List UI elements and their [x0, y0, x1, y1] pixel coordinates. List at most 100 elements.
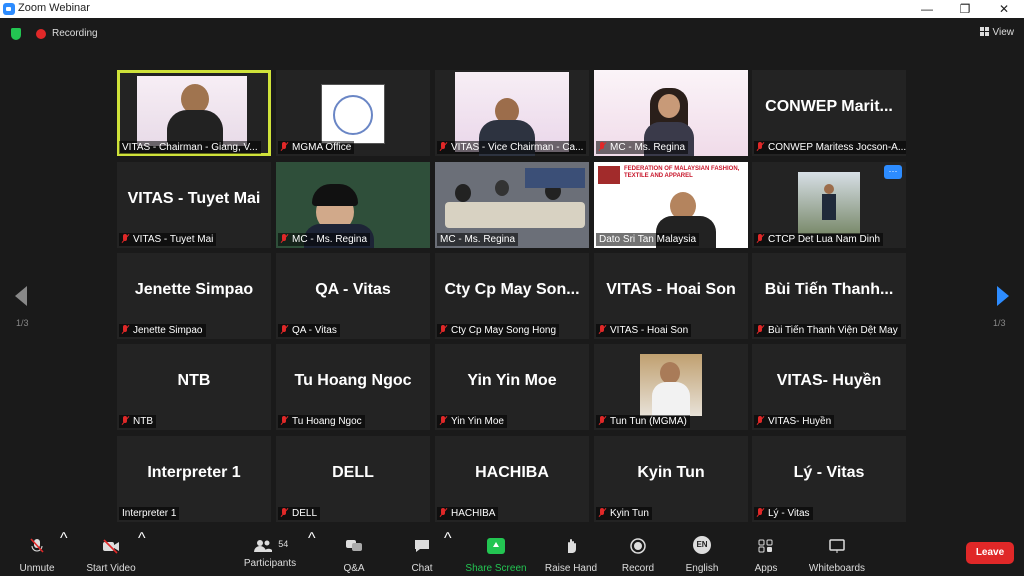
participant-name-label: MC - Ms. Regina	[278, 233, 371, 246]
share-screen-label: Share Screen	[465, 563, 527, 574]
participant-tile[interactable]: Interpreter 1 Interpreter 1	[117, 436, 271, 522]
muted-microphone-icon	[281, 142, 288, 151]
raise-hand-button[interactable]: Raise Hand	[542, 530, 600, 576]
whiteboards-button[interactable]: Whiteboards	[806, 530, 868, 576]
view-label: View	[992, 27, 1015, 38]
participant-name-label: Yin Yin Moe	[437, 415, 507, 428]
participant-tile[interactable]: MC - Ms. Regina	[435, 162, 589, 248]
chat-button[interactable]: Chat	[402, 530, 442, 576]
participant-tile[interactable]: Cty Cp May Son... Cty Cp May Song Hong	[435, 253, 589, 339]
muted-microphone-icon	[599, 325, 606, 334]
muted-microphone-icon	[757, 325, 764, 334]
participant-tile[interactable]: VITAS - Tuyet Mai VITAS - Tuyet Mai	[117, 162, 271, 248]
participant-tile[interactable]: Lý - Vitas Lý - Vitas	[752, 436, 906, 522]
participant-name-label: Lý - Vitas	[754, 507, 813, 520]
participant-tile[interactable]: Tu Hoang Ngoc Tu Hoang Ngoc	[276, 344, 430, 430]
next-page-arrow-icon[interactable]	[997, 286, 1009, 306]
recording-icon	[36, 29, 46, 39]
participants-count: 54	[278, 539, 289, 549]
participant-tile[interactable]: NTB NTB	[117, 344, 271, 430]
participants-label: Participants	[243, 558, 297, 569]
participant-caption-text: VITAS - Chairman - Giang, V...	[122, 142, 258, 153]
chat-options-caret[interactable]: ^	[444, 530, 452, 576]
participant-display-name: VITAS - Tuyet Mai	[127, 190, 261, 207]
participants-button[interactable]: 54 Participants	[240, 530, 300, 576]
participant-display-name: VITAS - Hoai Son	[606, 281, 736, 298]
participants-options-caret[interactable]: ^	[308, 530, 316, 576]
participant-tile[interactable]: MGMA Office	[276, 70, 430, 156]
participant-name-label: CTCP Det Lua Nam Dinh	[754, 233, 884, 246]
muted-microphone-icon	[599, 508, 606, 517]
participant-caption-text: HACHIBA	[451, 508, 496, 519]
participant-name-label: MC - Ms. Regina	[437, 233, 519, 246]
apps-button[interactable]: Apps	[748, 530, 784, 576]
participant-display-name: Jenette Simpao	[134, 281, 254, 298]
participant-tile[interactable]: Kyin Tun Kyin Tun	[594, 436, 748, 522]
participant-tile[interactable]: FEDERATION OF MALAYSIAN FASHION, TEXTILE…	[594, 162, 748, 248]
participant-tile[interactable]: Yin Yin Moe Yin Yin Moe	[435, 344, 589, 430]
language-button[interactable]: EN English	[682, 530, 722, 576]
minimize-button[interactable]: —	[912, 0, 942, 18]
participant-tile[interactable]: DELL DELL	[276, 436, 430, 522]
leave-button[interactable]: Leave	[966, 542, 1014, 564]
participant-display-name: Interpreter 1	[147, 464, 241, 481]
participant-name-label: HACHIBA	[437, 507, 499, 520]
view-button[interactable]: View	[979, 27, 1015, 38]
close-button[interactable]: ✕	[989, 0, 1019, 18]
raise-hand-icon	[568, 539, 576, 553]
participant-tile[interactable]: MC - Ms. Regina	[594, 70, 748, 156]
participant-tile[interactable]: HACHIBA HACHIBA	[435, 436, 589, 522]
restore-button[interactable]: ❐	[950, 0, 980, 18]
participant-caption-text: VITAS - Vice Chairman - Ca...	[451, 142, 584, 153]
participant-name-label: Cty Cp May Song Hong	[437, 324, 560, 337]
qa-button[interactable]: Q&A	[334, 530, 374, 576]
participant-tile[interactable]: ··· CTCP Det Lua Nam Dinh	[752, 162, 906, 248]
participant-tile[interactable]: VITAS - Chairman - Giang, V...	[117, 70, 271, 156]
unmute-button[interactable]: Unmute	[12, 530, 62, 576]
participant-display-name: VITAS- Huyền	[776, 372, 882, 389]
zoom-app-icon	[3, 3, 15, 15]
participant-name-label: DELL	[278, 507, 321, 520]
participant-caption-text: CTCP Det Lua Nam Dinh	[768, 234, 881, 245]
video-options-caret[interactable]: ^	[138, 530, 146, 576]
participant-tile[interactable]: Bùi Tiến Thanh... Bùi Tiến Thanh Viện Dệt…	[752, 253, 906, 339]
participant-caption-text: MC - Ms. Regina	[292, 234, 368, 245]
participant-tile[interactable]: MC - Ms. Regina	[276, 162, 430, 248]
participant-name-label: VITAS - Tuyet Mai	[119, 233, 217, 246]
window-titlebar: Zoom Webinar — ❐ ✕	[0, 0, 1024, 18]
muted-microphone-icon	[599, 142, 606, 151]
participant-caption-text: CONWEP Maritess Jocson-A...	[768, 142, 906, 153]
participant-name-label: VITAS- Huyền	[754, 415, 835, 428]
muted-microphone-icon	[440, 416, 447, 425]
participant-name-label: QA - Vitas	[278, 324, 340, 337]
chat-icon	[415, 540, 429, 552]
participant-display-name: Kyin Tun	[637, 464, 705, 481]
microphone-muted-icon	[30, 538, 44, 553]
participant-tile[interactable]: Jenette Simpao Jenette Simpao	[117, 253, 271, 339]
participant-caption-text: NTB	[133, 416, 153, 427]
muted-microphone-icon	[757, 142, 764, 151]
participant-tile[interactable]: CONWEP Marit... CONWEP Maritess Jocson-A.…	[752, 70, 906, 156]
unmute-label: Unmute	[19, 563, 55, 574]
previous-page-arrow-icon[interactable]	[15, 286, 27, 306]
participant-tile[interactable]: VITAS - Vice Chairman - Ca...	[435, 70, 589, 156]
more-options-icon[interactable]: ···	[884, 165, 902, 179]
participant-tile[interactable]: Tun Tun (MGMA)	[594, 344, 748, 430]
participant-display-name: DELL	[332, 464, 374, 481]
window-title: Zoom Webinar	[18, 2, 90, 14]
participant-caption-text: Jenette Simpao	[133, 325, 203, 336]
participant-display-name: HACHIBA	[475, 464, 549, 481]
audio-options-caret[interactable]: ^	[60, 530, 68, 576]
participant-tile[interactable]: VITAS- Huyền VITAS- Huyền	[752, 344, 906, 430]
share-screen-button[interactable]: Share Screen	[464, 530, 528, 576]
muted-microphone-icon	[440, 142, 447, 151]
participant-name-label: Tun Tun (MGMA)	[596, 415, 690, 428]
shield-icon[interactable]	[11, 28, 21, 40]
participant-caption-text: QA - Vitas	[292, 325, 337, 336]
participant-name-label: Kyin Tun	[596, 507, 652, 520]
participant-tile[interactable]: VITAS - Hoai Son VITAS - Hoai Son	[594, 253, 748, 339]
record-button[interactable]: Record	[618, 530, 658, 576]
participant-tile[interactable]: QA - Vitas QA - Vitas	[276, 253, 430, 339]
start-video-button[interactable]: Start Video	[82, 530, 140, 576]
video-gallery: VITAS - Chairman - Giang, V... MGMA Offic…	[117, 70, 907, 525]
